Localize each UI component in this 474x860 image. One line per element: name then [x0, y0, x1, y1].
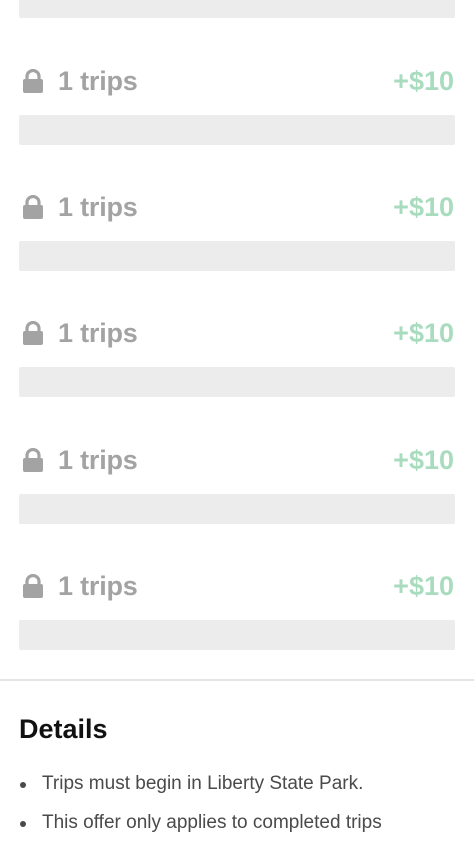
- lock-icon: [23, 69, 43, 93]
- tier-label: 1 trips: [58, 66, 138, 96]
- details-title: Details: [19, 714, 108, 744]
- details-item-text: Trips must begin in Liberty State Park.: [42, 773, 364, 794]
- tier-row: 1 trips +$10: [19, 440, 455, 480]
- tier-label: 1 trips: [58, 318, 138, 348]
- lock-icon: [23, 195, 43, 219]
- details-item: This offer only applies to completed tri…: [19, 807, 382, 846]
- tier-row: 1 trips +$10: [19, 61, 455, 101]
- lock-icon: [23, 574, 43, 598]
- bullet-icon: [20, 782, 26, 788]
- tier-reward: +$10: [393, 192, 454, 222]
- progress-bar: [19, 620, 455, 650]
- tier-label: 1 trips: [58, 571, 138, 601]
- progress-bar: [19, 367, 455, 397]
- tier-row: 1 trips +$10: [19, 187, 455, 227]
- bullet-icon: [20, 821, 26, 827]
- lock-icon: [23, 448, 43, 472]
- tier-row: 1 trips +$10: [19, 313, 455, 353]
- tier-label: 1 trips: [58, 192, 138, 222]
- section-divider: [0, 679, 474, 681]
- progress-bar: [19, 115, 455, 145]
- details-item-text: This offer only applies to completed tri…: [42, 812, 382, 833]
- tier-reward: +$10: [393, 445, 454, 475]
- details-list: Trips must begin in Liberty State Park. …: [19, 768, 382, 846]
- tier-row: 1 trips +$10: [19, 566, 455, 606]
- tier-reward: +$10: [393, 66, 454, 96]
- progress-bar: [19, 494, 455, 524]
- tier-label: 1 trips: [58, 445, 138, 475]
- progress-bar: [19, 0, 455, 18]
- progress-bar: [19, 241, 455, 271]
- tier-reward: +$10: [393, 571, 454, 601]
- details-item: Trips must begin in Liberty State Park.: [19, 768, 382, 807]
- lock-icon: [23, 321, 43, 345]
- tier-reward: +$10: [393, 318, 454, 348]
